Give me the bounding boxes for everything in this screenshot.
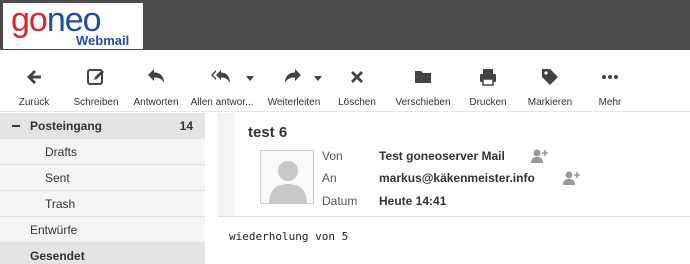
date-label: Datum [322,194,358,208]
reply-icon [148,69,164,83]
close-x-icon [351,71,363,83]
add-contact-icon[interactable] [530,148,550,164]
folder-trash-sub[interactable]: Trash [0,191,205,217]
print-label: Drucken [469,97,507,108]
more-dots-icon [602,75,618,79]
folder-drafts-sub-label: Drafts [45,145,78,159]
collapse-minus-icon[interactable] [12,125,20,127]
to-row: An markus@käkenmeister.info [322,168,682,188]
to-value[interactable]: markus@käkenmeister.info [379,168,535,188]
folder-icon [415,71,431,83]
logo-part-go: go [11,1,48,39]
forward-label: Weiterleiten [267,97,321,108]
message-header: test 6 Von Test goneoserver Mail An mark… [218,113,690,217]
folder-inbox[interactable]: Posteingang 14 [0,113,205,139]
mark-button[interactable]: Markieren [522,50,578,112]
avatar [260,150,314,204]
toolbar: Zurück Schreiben Antworten Allen antwor.… [0,50,690,112]
logo-subtitle: Webmail [76,33,130,48]
arrow-left-icon [27,70,41,84]
from-row: Von Test goneoserver Mail [322,146,682,166]
reply-button[interactable]: Antworten [128,50,184,112]
reply-all-button[interactable]: Allen antwor... [186,50,258,112]
compose-button[interactable]: Schreiben [68,50,124,112]
more-button[interactable]: Mehr [588,50,632,112]
person-placeholder-icon [269,161,307,203]
move-button[interactable]: Verschieben [390,50,456,112]
from-value[interactable]: Test goneoserver Mail [379,146,505,166]
tag-icon [542,69,558,85]
folder-trash-sub-label: Trash [45,197,76,211]
message-body: wiederholung von 5 [229,230,349,243]
folder-sent[interactable]: Gesendet [0,243,205,264]
from-label: Von [322,149,343,163]
mark-label: Markieren [527,97,573,108]
goneo-logo[interactable]: goneo Webmail [3,1,143,49]
add-contact-icon[interactable] [562,170,582,186]
move-label: Verschieben [395,97,451,108]
print-button[interactable]: Drucken [462,50,514,112]
printer-icon [480,69,496,86]
folder-inbox-label: Posteingang [30,119,103,133]
folder-drafts-label: Entwürfe [30,223,78,237]
forward-dropdown-icon[interactable] [314,76,322,81]
folder-sent-sub-label: Sent [45,171,70,185]
date-row: Datum Heute 14:41 [322,191,682,211]
message-subject: test 6 [248,124,288,141]
folder-sent-label: Gesendet [30,249,85,263]
forward-icon [285,69,301,83]
back-label: Zurück [18,97,50,108]
more-label: Mehr [598,97,622,108]
folder-sent-sub[interactable]: Sent [0,165,205,191]
reply-label: Antworten [133,97,179,108]
message-view: test 6 Von Test goneoserver Mail An mark… [218,113,690,264]
folder-drafts[interactable]: Entwürfe [0,217,205,243]
back-button[interactable]: Zurück [8,50,60,112]
date-value: Heute 14:41 [379,194,447,208]
delete-label: Löschen [338,97,376,108]
delete-button[interactable]: Löschen [332,50,382,112]
folder-sidebar: Posteingang 14 Drafts Sent Trash Entwürf… [0,113,205,264]
compose-label: Schreiben [73,97,119,108]
folder-drafts-sub[interactable]: Drafts [0,139,205,165]
to-label: An [322,171,337,185]
compose-icon [87,69,104,85]
forward-button[interactable]: Weiterleiten [260,50,328,112]
top-header: goneo Webmail [0,0,690,50]
inbox-unread-count: 14 [179,119,193,133]
reply-all-icon [211,70,230,83]
reply-all-dropdown-icon[interactable] [246,76,254,81]
reply-all-label: Allen antwor... [190,97,254,108]
